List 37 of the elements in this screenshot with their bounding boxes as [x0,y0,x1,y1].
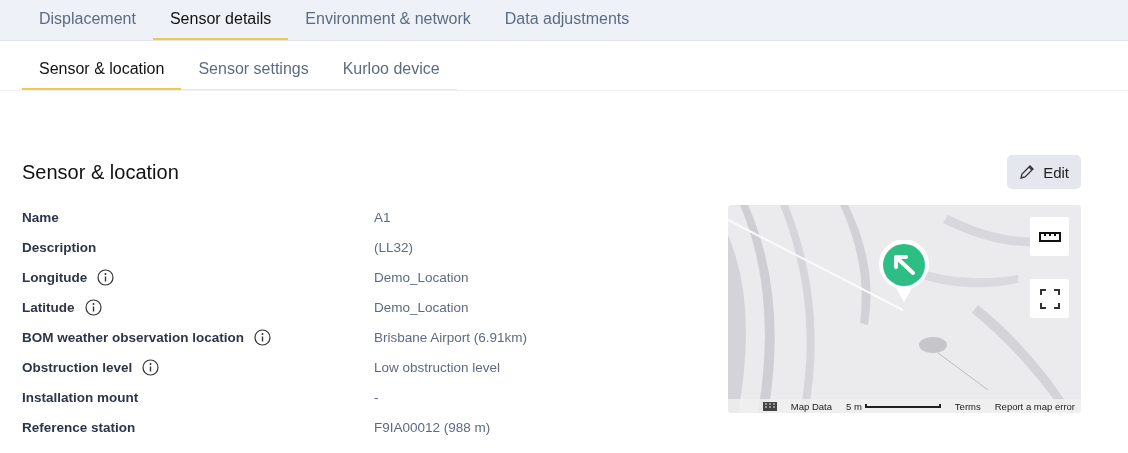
fullscreen-icon[interactable] [1030,279,1069,318]
field-label: Obstruction level [22,359,133,375]
field-label: Longitude [22,269,88,285]
section-title: Sensor & location [22,160,179,184]
field-label: Latitude [22,299,75,315]
keyboard-icon[interactable] [762,401,777,411]
field-label: Description [22,239,97,255]
tab[interactable]: Displacement [22,0,153,40]
field-value: - [374,389,379,405]
tab[interactable]: Sensor settings [181,50,326,90]
tab[interactable]: Sensor & location [22,50,182,90]
field-label: BOM weather observation location [22,329,245,345]
field-value: Brisbane Airport (6.91km) [374,329,528,345]
map-data-link[interactable]: Map Data [790,400,832,412]
ruler-icon[interactable] [1030,217,1069,256]
field-value: (LL32) [374,239,414,255]
field-label: Installation mount [22,389,139,405]
pencil-icon [1019,164,1036,180]
terms-link[interactable]: Terms [954,400,981,412]
field-label: Name [22,209,59,225]
info-icon[interactable] [254,328,272,346]
info-icon[interactable] [84,298,102,316]
field-value: A1 [374,209,391,225]
info-icon[interactable] [97,268,115,286]
tab[interactable]: Sensor details [152,0,289,40]
scale-label: 5 m [846,400,862,412]
tab[interactable]: Data adjustments [487,0,647,40]
tab[interactable]: Kurloo device [325,50,457,90]
report-link[interactable]: Report a map error [994,400,1075,412]
field-value: Demo_Location [374,299,469,315]
field-value: Low obstruction level [374,359,501,375]
edit-button[interactable]: Edit [1007,155,1081,189]
field-value: Demo_Location [374,269,469,285]
info-icon[interactable] [142,358,160,376]
field-value: F9IA00012 (988 m) [374,419,491,435]
tab[interactable]: Environment & network [288,0,488,40]
field-label: Reference station [22,419,136,435]
